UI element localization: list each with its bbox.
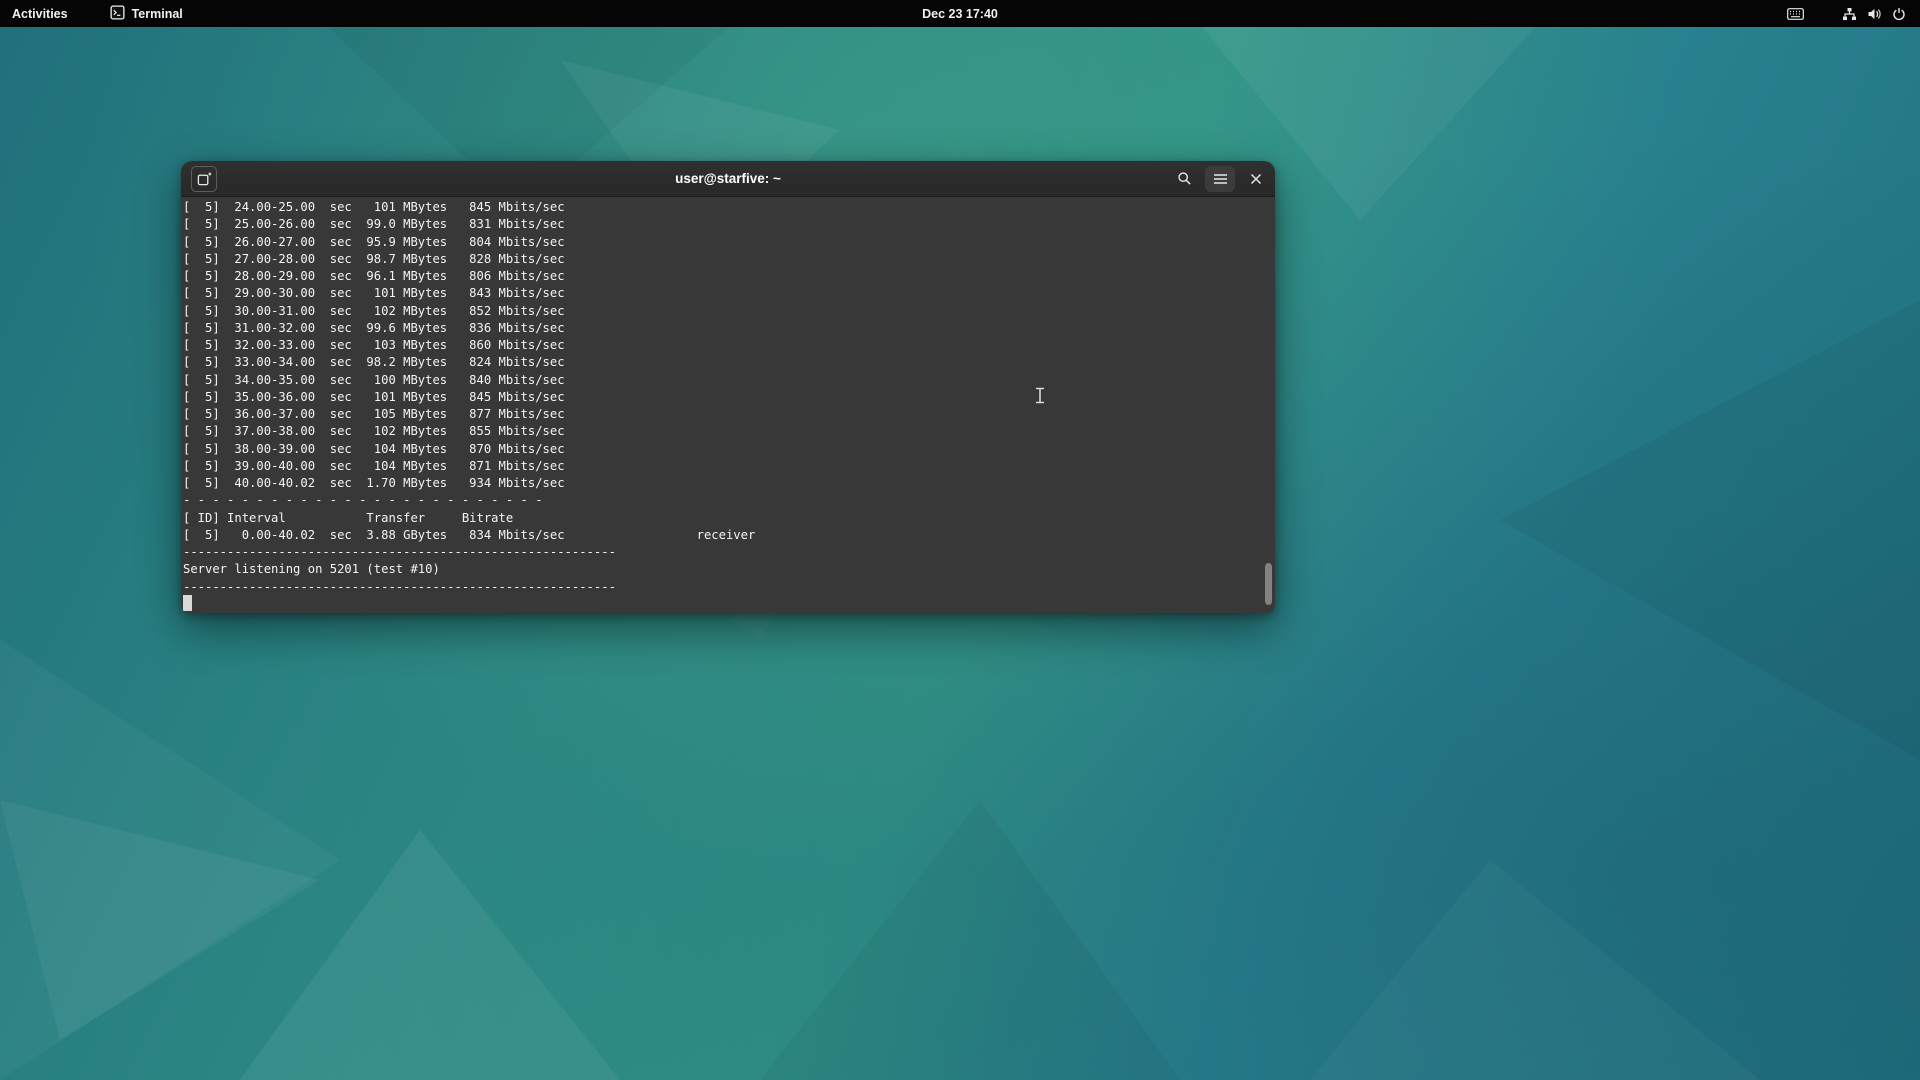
search-icon: [1177, 171, 1192, 186]
hamburger-menu-icon: [1213, 173, 1228, 185]
network-icon: [1842, 7, 1857, 21]
terminal-line: [ 5] 33.00-34.00 sec 98.2 MBytes 824 Mbi…: [183, 354, 1275, 371]
close-icon: [1250, 173, 1262, 185]
keyboard-icon: [1787, 8, 1804, 20]
scrollbar-thumb[interactable]: [1265, 563, 1272, 605]
system-menu[interactable]: [1834, 0, 1914, 27]
terminal-line: [ 5] 39.00-40.00 sec 104 MBytes 871 Mbit…: [183, 458, 1275, 475]
new-tab-icon: [197, 171, 212, 186]
terminal-line: [ 5] 27.00-28.00 sec 98.7 MBytes 828 Mbi…: [183, 251, 1275, 268]
terminal-line: [ 5] 32.00-33.00 sec 103 MBytes 860 Mbit…: [183, 337, 1275, 354]
power-icon: [1892, 7, 1906, 21]
menu-button[interactable]: [1205, 166, 1235, 192]
terminal-window: user@starfive: ~: [181, 161, 1275, 613]
activities-button[interactable]: Activities: [0, 0, 80, 27]
terminal-line: Server listening on 5201 (test #10): [183, 561, 1275, 578]
terminal-line: [ 5] 36.00-37.00 sec 105 MBytes 877 Mbit…: [183, 406, 1275, 423]
terminal-line: [ 5] 37.00-38.00 sec 102 MBytes 855 Mbit…: [183, 423, 1275, 440]
terminal-line: [ 5] 38.00-39.00 sec 104 MBytes 870 Mbit…: [183, 441, 1275, 458]
mouse-ibeam-cursor: [1034, 387, 1046, 409]
activities-label: Activities: [12, 7, 68, 21]
focused-app-menu[interactable]: Terminal: [98, 0, 195, 27]
terminal-line: [ 5] 24.00-25.00 sec 101 MBytes 845 Mbit…: [183, 199, 1275, 216]
terminal-line: [ 5] 25.00-26.00 sec 99.0 MBytes 831 Mbi…: [183, 216, 1275, 233]
terminal-line: [ 5] 26.00-27.00 sec 95.9 MBytes 804 Mbi…: [183, 234, 1275, 251]
new-tab-button[interactable]: [191, 166, 217, 192]
terminal-line: [ 5] 0.00-40.02 sec 3.88 GBytes 834 Mbit…: [183, 527, 1275, 544]
terminal-line: ----------------------------------------…: [183, 579, 1275, 596]
terminal-cursor: [183, 595, 192, 611]
top-bar: Activities Terminal Dec 23 17:40: [0, 0, 1920, 27]
terminal-line: [ 5] 34.00-35.00 sec 100 MBytes 840 Mbit…: [183, 372, 1275, 389]
keyboard-layout-indicator[interactable]: [1781, 0, 1810, 27]
terminal-line: - - - - - - - - - - - - - - - - - - - - …: [183, 492, 1275, 509]
terminal-line: [ 5] 30.00-31.00 sec 102 MBytes 852 Mbit…: [183, 303, 1275, 320]
terminal-line: [ ID] Interval Transfer Bitrate: [183, 510, 1275, 527]
terminal-icon: [110, 5, 125, 23]
volume-icon: [1867, 7, 1882, 21]
titlebar[interactable]: user@starfive: ~: [181, 161, 1275, 197]
terminal-line: [ 5] 35.00-36.00 sec 101 MBytes 845 Mbit…: [183, 389, 1275, 406]
window-title: user@starfive: ~: [675, 171, 781, 186]
terminal-line: [ 5] 28.00-29.00 sec 96.1 MBytes 806 Mbi…: [183, 268, 1275, 285]
terminal-output: [ 5] 24.00-25.00 sec 101 MBytes 845 Mbit…: [183, 199, 1275, 596]
terminal-line: [ 5] 31.00-32.00 sec 99.6 MBytes 836 Mbi…: [183, 320, 1275, 337]
clock-menu[interactable]: Dec 23 17:40: [910, 0, 1010, 27]
clock-label: Dec 23 17:40: [922, 7, 998, 21]
terminal-line: [ 5] 29.00-30.00 sec 101 MBytes 843 Mbit…: [183, 285, 1275, 302]
search-button[interactable]: [1171, 166, 1197, 192]
close-button[interactable]: [1243, 166, 1269, 192]
terminal-line: [ 5] 40.00-40.02 sec 1.70 MBytes 934 Mbi…: [183, 475, 1275, 492]
terminal-screen[interactable]: [ 5] 24.00-25.00 sec 101 MBytes 845 Mbit…: [181, 197, 1275, 613]
focused-app-label: Terminal: [132, 7, 183, 21]
terminal-line: ----------------------------------------…: [183, 544, 1275, 561]
